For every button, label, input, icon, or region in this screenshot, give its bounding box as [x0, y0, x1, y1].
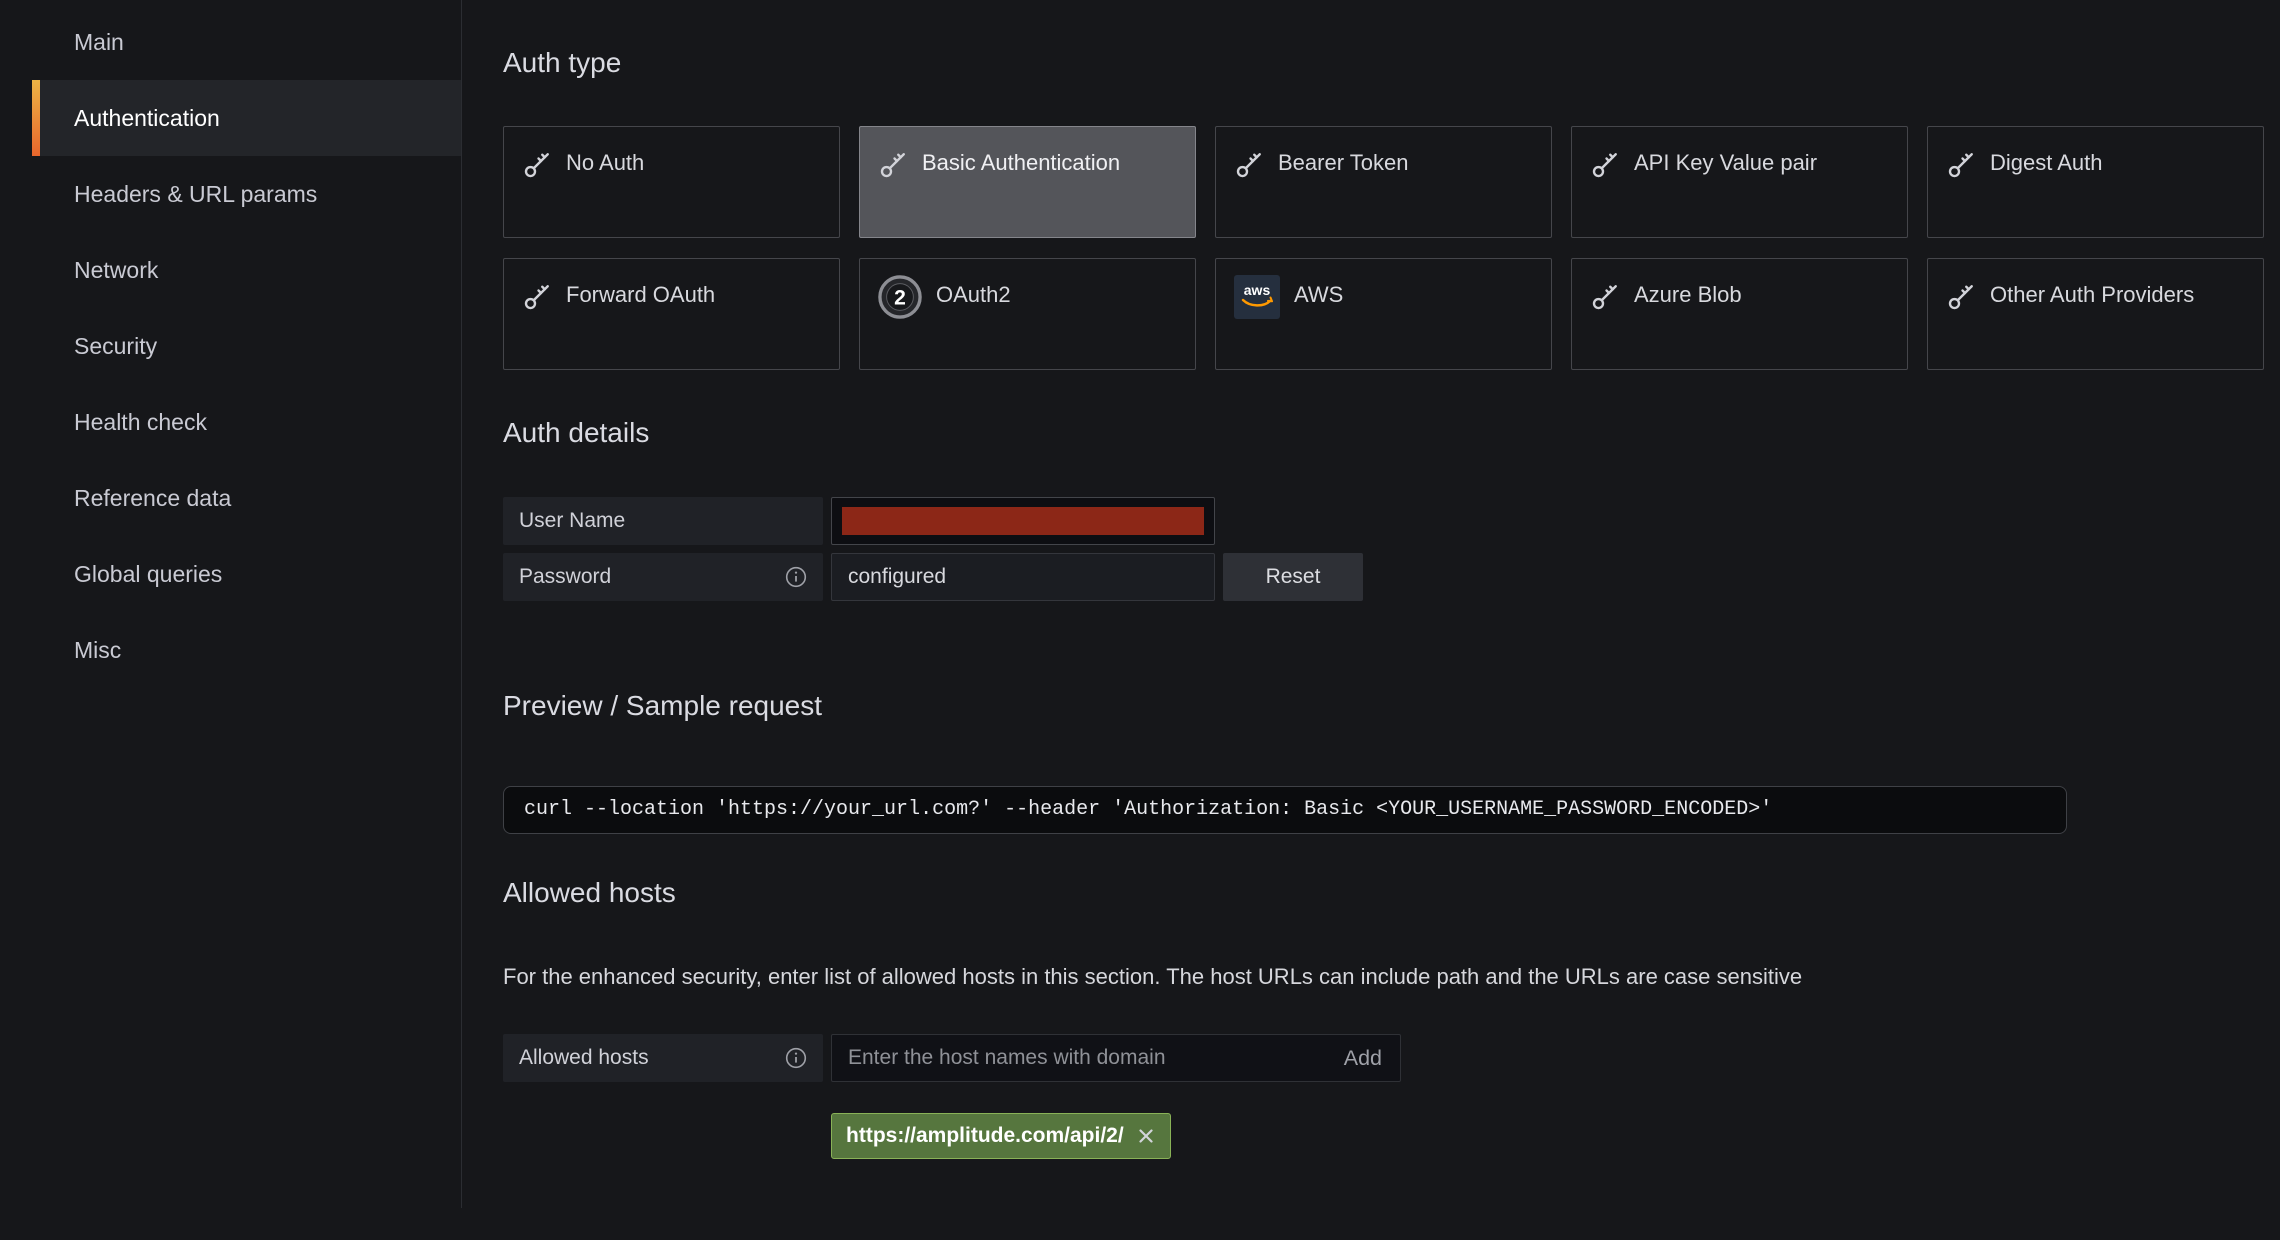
active-item-accent-bar: [32, 80, 40, 156]
allowed-host-url: https://amplitude.com/api/2/: [846, 1124, 1124, 1148]
allowed-hosts-title: Allowed hosts: [503, 876, 2280, 910]
auth-type-card-other-auth-providers[interactable]: Other Auth Providers: [1927, 258, 2264, 370]
auth-type-card-no-auth[interactable]: No Auth: [503, 126, 840, 238]
sidebar-item-misc[interactable]: Misc: [32, 612, 461, 688]
password-field[interactable]: configured: [831, 553, 1215, 601]
auth-settings-panel: Auth type No Auth Basic Authentication Bea…: [462, 0, 2280, 1240]
auth-type-card-label: Forward OAuth: [566, 282, 715, 307]
auth-type-card-digest-auth[interactable]: Digest Auth: [1927, 126, 2264, 238]
allowed-hosts-tags: https://amplitude.com/api/2/: [503, 1113, 2280, 1159]
svg-text:aws: aws: [1244, 282, 1271, 298]
sidebar-item-authentication[interactable]: Authentication: [32, 80, 461, 156]
auth-type-card-label: Azure Blob: [1634, 282, 1742, 307]
sidebar-item-network[interactable]: Network: [32, 232, 461, 308]
host-input-placeholder: Enter the host names with domain: [848, 1046, 1342, 1070]
sidebar-item-label: Authentication: [74, 105, 220, 132]
auth-type-card-label: Digest Auth: [1990, 150, 2103, 175]
key-icon: [878, 142, 908, 186]
auth-details-form: User Name Password configured R: [503, 497, 2280, 601]
sidebar-nav: Main Authentication Headers & URL params Ne…: [0, 0, 461, 688]
info-icon[interactable]: [785, 566, 807, 588]
reset-button[interactable]: Reset: [1223, 553, 1363, 601]
allowed-hosts-row: Allowed hosts Enter the host names with …: [503, 1034, 2280, 1082]
auth-type-card-label: Other Auth Providers: [1990, 282, 2194, 307]
sidebar-item-label: Reference data: [74, 485, 231, 512]
username-row: User Name: [503, 497, 2280, 545]
sidebar-item-security[interactable]: Security: [32, 308, 461, 384]
auth-type-card-label: No Auth: [566, 150, 644, 175]
auth-type-card-label: AWS: [1294, 282, 1343, 307]
sidebar-item-label: Health check: [74, 409, 207, 436]
allowed-hosts-label: Allowed hosts: [503, 1034, 823, 1082]
password-row: Password configured Reset: [503, 553, 2280, 601]
auth-type-card-label: API Key Value pair: [1634, 150, 1817, 175]
sidebar-item-label: Main: [74, 29, 124, 56]
key-icon: [1590, 142, 1620, 186]
auth-type-card-basic-authentication[interactable]: Basic Authentication: [859, 126, 1196, 238]
key-icon: [1946, 142, 1976, 186]
sidebar-item-reference-data[interactable]: Reference data: [32, 460, 461, 536]
auth-type-card-forward-oauth[interactable]: Forward OAuth: [503, 258, 840, 370]
oauth2-badge-icon: 2: [878, 274, 922, 319]
sidebar-item-headers-url-params[interactable]: Headers & URL params: [32, 156, 461, 232]
sidebar-item-label: Network: [74, 257, 158, 284]
sidebar-item-health-check[interactable]: Health check: [32, 384, 461, 460]
sidebar-item-main[interactable]: Main: [32, 4, 461, 80]
auth-type-title: Auth type: [503, 46, 2280, 80]
auth-type-card-azure-blob[interactable]: Azure Blob: [1571, 258, 1908, 370]
svg-text:2: 2: [894, 286, 906, 309]
username-field[interactable]: [831, 497, 1215, 545]
auth-type-card-aws[interactable]: aws AWS: [1215, 258, 1552, 370]
auth-type-card-api-key-value-pair[interactable]: API Key Value pair: [1571, 126, 1908, 238]
auth-type-card-label: Bearer Token: [1278, 150, 1408, 175]
host-name-input[interactable]: Enter the host names with domain Add: [831, 1034, 1401, 1082]
sidebar-item-global-queries[interactable]: Global queries: [32, 536, 461, 612]
allowed-host-tag: https://amplitude.com/api/2/: [831, 1113, 1171, 1159]
auth-type-card-label: Basic Authentication: [922, 150, 1120, 175]
key-icon: [522, 142, 552, 186]
key-icon: [1234, 142, 1264, 186]
key-icon: [522, 274, 552, 318]
preview-title: Preview / Sample request: [503, 689, 2280, 723]
curl-sample-code: curl --location 'https://your_url.com?' …: [503, 786, 2067, 834]
redacted-username-value: [842, 507, 1204, 535]
sidebar-item-label: Security: [74, 333, 157, 360]
settings-sidebar: Main Authentication Headers & URL params Ne…: [0, 0, 461, 1240]
add-host-button[interactable]: Add: [1342, 1046, 1384, 1071]
auth-details-title: Auth details: [503, 416, 2280, 450]
key-icon: [1590, 274, 1620, 318]
auth-type-options: No Auth Basic Authentication Bearer Token A…: [503, 126, 2264, 370]
password-label: Password: [503, 553, 823, 601]
auth-type-card-oauth2[interactable]: 2 OAuth2: [859, 258, 1196, 370]
username-label: User Name: [503, 497, 823, 545]
allowed-hosts-description: For the enhanced security, enter list of…: [503, 955, 1933, 998]
auth-type-card-bearer-token[interactable]: Bearer Token: [1215, 126, 1552, 238]
sidebar-item-label: Global queries: [74, 561, 222, 588]
info-icon[interactable]: [785, 1047, 807, 1069]
auth-type-card-label: OAuth2: [936, 282, 1011, 307]
sidebar-item-label: Headers & URL params: [74, 181, 317, 208]
key-icon: [1946, 274, 1976, 318]
sidebar-item-label: Misc: [74, 637, 121, 664]
aws-logo-icon: aws: [1234, 274, 1280, 319]
close-icon[interactable]: [1136, 1126, 1156, 1146]
